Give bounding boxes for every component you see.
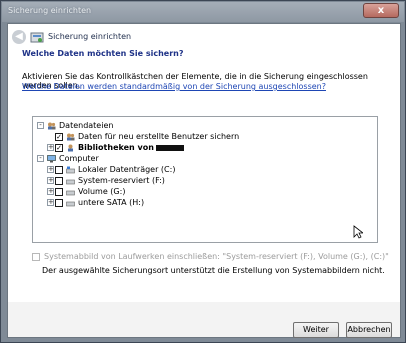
back-arrow-icon[interactable]: ◀ <box>12 30 26 44</box>
collapse-icon[interactable]: - <box>37 122 44 129</box>
computer-icon <box>47 155 56 163</box>
windows-drive-icon <box>66 166 75 174</box>
system-image-option: Systemabbild von Laufwerken einschließen… <box>32 252 389 261</box>
backup-wizard-icon <box>30 32 44 43</box>
system-image-label: Systemabbild von Laufwerken einschließen… <box>44 252 389 261</box>
expand-icon[interactable]: + <box>47 177 54 184</box>
drive-icon <box>66 201 75 207</box>
drive-icon <box>66 190 75 196</box>
header-title: Sicherung einrichten <box>48 32 132 41</box>
tree-label: Lokaler Datenträger (C:) <box>78 165 176 174</box>
drive-checkbox[interactable] <box>55 166 63 174</box>
excluded-files-link[interactable]: Welche Dateien werden standardmäßig von … <box>22 82 326 91</box>
dialog-client-area: ◀ Sicherung einrichten Welche Daten möch… <box>7 23 401 338</box>
libraries-checkbox[interactable]: ✓ <box>55 144 63 152</box>
header-bar: ◀ Sicherung einrichten <box>8 24 400 50</box>
expand-icon[interactable]: + <box>47 188 54 195</box>
drive-icon <box>66 179 75 185</box>
redacted-username <box>155 144 184 151</box>
drive-checkbox[interactable] <box>55 199 63 207</box>
title-bar[interactable]: Sicherung einrichten x <box>2 2 404 22</box>
users-icon <box>67 133 75 141</box>
close-icon: x <box>377 5 385 16</box>
tree-label: Computer <box>59 154 99 163</box>
expand-icon[interactable]: + <box>47 144 54 151</box>
collapse-icon[interactable]: - <box>37 155 44 162</box>
tree-label: Bibliotheken von <box>78 143 184 153</box>
system-image-checkbox <box>32 252 40 261</box>
users-icon <box>48 122 56 130</box>
system-image-notice: Der ausgewählte Sicherungsort unterstütz… <box>42 266 385 275</box>
dialog-window: Sicherung einrichten x ◀ Sicherung einri… <box>0 0 406 343</box>
new-users-checkbox[interactable]: ✓ <box>55 133 63 141</box>
window-title: Sicherung einrichten <box>8 6 92 15</box>
expand-icon[interactable]: + <box>47 166 54 173</box>
tree-label: Daten für neu erstellte Benutzer sichern <box>78 132 240 141</box>
next-button[interactable]: Weiter <box>293 322 339 338</box>
drive-checkbox[interactable] <box>55 188 63 196</box>
tree-label: Datendateien <box>59 121 114 130</box>
page-question: Welche Daten möchten Sie sichern? <box>22 49 184 58</box>
cancel-button[interactable]: Abbrechen <box>346 322 392 338</box>
mouse-cursor-icon <box>353 225 363 239</box>
tree-label: Volume (G:) <box>78 187 126 196</box>
close-button[interactable]: x <box>363 3 399 18</box>
tree-label: untere SATA (H:) <box>78 198 145 207</box>
expand-icon[interactable]: + <box>47 199 54 206</box>
tree-label: System-reserviert (F:) <box>78 176 165 185</box>
backup-selection-tree[interactable]: - Datendateien ✓ Daten für neu erstellte… <box>32 116 378 243</box>
drive-checkbox[interactable] <box>55 177 63 185</box>
user-icon <box>68 144 73 152</box>
